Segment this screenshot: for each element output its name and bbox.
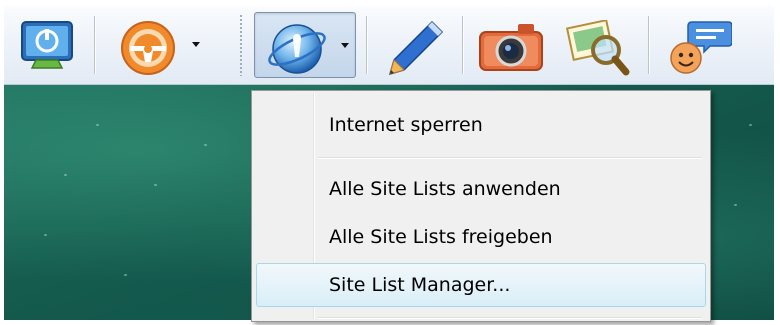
camera-button[interactable]	[474, 12, 548, 78]
camera-icon	[479, 24, 543, 71]
desktop-speck	[96, 124, 99, 126]
desktop-speck	[749, 124, 752, 126]
chat-button[interactable]	[660, 12, 738, 78]
menu-item-label: Site List Manager...	[329, 274, 511, 296]
menu-item-label: Alle Site Lists freigeben	[329, 226, 553, 248]
desktop-speck	[44, 234, 47, 236]
menu-item-label: Internet sperren	[329, 114, 483, 136]
toolbar-separator	[462, 16, 463, 74]
menu-item-alle-site-lists-anwenden[interactable]: Alle Site Lists anwenden	[256, 167, 706, 211]
desktop-speck	[734, 204, 737, 206]
internet-button[interactable]	[254, 12, 356, 78]
menu-item-site-list-manager[interactable]: Site List Manager...	[256, 263, 706, 307]
chevron-down-icon[interactable]	[192, 42, 200, 47]
toolbar	[4, 6, 774, 85]
menu-separator	[318, 157, 702, 158]
chat-user-icon	[670, 21, 732, 74]
toolbar-separator	[94, 16, 95, 74]
menu-item-alle-site-lists-freigeben[interactable]: Alle Site Lists freigeben	[256, 215, 706, 259]
chevron-down-icon[interactable]	[341, 43, 349, 48]
toolbar-separator	[648, 16, 649, 74]
desktop-speck	[64, 174, 67, 176]
desktop-speck	[204, 144, 207, 146]
menu-separator	[318, 317, 702, 318]
steering-button[interactable]	[104, 12, 212, 78]
steering-wheel-icon	[121, 21, 175, 75]
picture-search-icon	[566, 20, 630, 76]
monitor-button[interactable]	[12, 12, 84, 78]
internet-globe-icon	[268, 24, 326, 74]
internet-dropdown-menu: Internet sperren Alle Site Lists anwende…	[251, 90, 711, 322]
pen-button[interactable]	[378, 12, 448, 78]
pen-icon	[388, 20, 444, 76]
monitor-power-icon	[21, 21, 73, 69]
toolbar-grip	[240, 14, 242, 76]
desktop-speck	[154, 184, 157, 186]
menu-item-internet-sperren[interactable]: Internet sperren	[256, 103, 706, 147]
picture-search-button[interactable]	[560, 12, 636, 78]
desktop-speck	[124, 274, 127, 276]
toolbar-separator	[366, 16, 367, 74]
menu-item-label: Alle Site Lists anwenden	[329, 178, 561, 200]
